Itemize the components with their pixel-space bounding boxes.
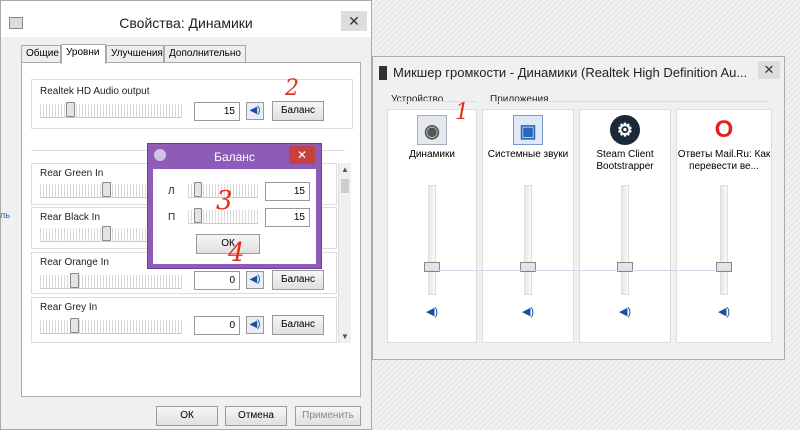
level-value-field[interactable]: 15	[194, 102, 240, 121]
level-group-rear-grey: Rear Grey In 0 ◀) Баланс	[31, 297, 337, 343]
mute-speaker-icon[interactable]: ◀)	[618, 305, 632, 319]
level-value-field[interactable]: 0	[194, 316, 240, 335]
mute-toggle[interactable]: ◀)	[246, 316, 264, 334]
level-slider-thumb[interactable]	[70, 318, 79, 333]
properties-titlebar: Свойства: Динамики ✕	[1, 1, 371, 37]
level-slider[interactable]	[40, 104, 182, 118]
balance-button[interactable]: Баланс	[272, 315, 324, 335]
cancel-button[interactable]: Отмена	[225, 406, 287, 426]
level-label: Rear Green In	[40, 168, 104, 179]
channel-label: Системные звуки	[487, 149, 569, 160]
speaker-icon[interactable]: ◉	[417, 115, 447, 145]
annotation-2: 2	[285, 76, 299, 101]
channel-label: Ответы Mail.Ru: Как перевести ве...	[677, 149, 771, 172]
properties-close-button[interactable]: ✕	[341, 11, 367, 31]
annotation-4: 4	[228, 238, 245, 268]
right-channel-label: П	[168, 212, 176, 223]
steam-icon[interactable]: ⚙	[610, 115, 640, 145]
balance-close-button[interactable]: ✕	[289, 146, 315, 164]
annotation-1: 1	[455, 100, 469, 125]
tab-levels[interactable]: Уровни	[61, 44, 106, 64]
level-label: Rear Orange In	[40, 257, 109, 268]
mixer-channel-opera: O Ответы Mail.Ru: Как перевести ве... ◀)	[676, 109, 772, 343]
speaker-icon: ◀)	[249, 105, 261, 116]
mixer-channel-system-sounds: ▣ Системные звуки ◀)	[482, 109, 574, 343]
channel-label: Динамики	[409, 149, 455, 160]
channel-label: Steam Client Bootstrapper	[596, 149, 654, 172]
device-section-label: Устройство	[391, 94, 444, 105]
left-slider-thumb[interactable]	[194, 182, 202, 197]
annotation-3: 3	[216, 186, 233, 216]
background-link-fragment: ль	[0, 210, 10, 220]
opera-icon[interactable]: O	[709, 115, 739, 145]
mixer-channel-device: ◉ Динамики ◀)	[387, 109, 477, 343]
level-slider-thumb[interactable]	[102, 182, 111, 197]
level-group-output: Realtek HD Audio output 15 ◀) Баланс	[31, 79, 353, 129]
scroll-thumb[interactable]	[341, 179, 349, 193]
level-link-line	[425, 270, 730, 271]
mixer-channel-steam: ⚙ Steam Client Bootstrapper ◀)	[579, 109, 671, 343]
mute-toggle[interactable]: ◀)	[246, 271, 264, 289]
mute-toggle[interactable]: ◀)	[246, 102, 264, 120]
apps-section-label: Приложения	[490, 94, 549, 105]
tab-enhancements[interactable]: Улучшения	[106, 45, 164, 63]
right-value-field[interactable]: 15	[265, 208, 310, 227]
level-value-field[interactable]: 0	[194, 271, 240, 290]
speaker-icon	[379, 66, 387, 80]
level-slider-thumb[interactable]	[70, 273, 79, 288]
apply-button[interactable]: Применить	[295, 406, 361, 426]
volume-slider[interactable]	[524, 185, 532, 295]
mute-speaker-icon[interactable]: ◀)	[717, 305, 731, 319]
left-value-field[interactable]: 15	[265, 182, 310, 201]
speaker-icon: ◀)	[249, 274, 261, 285]
right-slider-thumb[interactable]	[194, 208, 202, 223]
properties-title: Свойства: Динамики	[119, 15, 253, 31]
tab-general[interactable]: Общие	[21, 45, 61, 63]
level-label: Rear Black In	[40, 212, 101, 223]
balance-button[interactable]: Баланс	[272, 270, 324, 290]
system-sounds-icon[interactable]: ▣	[513, 115, 543, 145]
level-label: Rear Grey In	[40, 302, 98, 313]
scroll-down-icon[interactable]: ▼	[341, 332, 349, 341]
tab-advanced[interactable]: Дополнительно	[164, 45, 246, 63]
volume-slider[interactable]	[428, 185, 436, 295]
level-label: Realtek HD Audio output	[40, 86, 150, 97]
ok-button[interactable]: ОК	[156, 406, 218, 426]
speaker-icon: ◀)	[249, 319, 261, 330]
mixer-title: Микшер громкости - Динамики (Realtek Hig…	[393, 65, 748, 80]
level-slider[interactable]	[40, 320, 182, 334]
mute-speaker-icon[interactable]: ◀)	[521, 305, 535, 319]
level-slider-thumb[interactable]	[66, 102, 75, 117]
volume-mixer-window: Микшер громкости - Динамики (Realtek Hig…	[372, 56, 785, 360]
balance-button[interactable]: Баланс	[272, 101, 324, 121]
divider	[490, 101, 768, 102]
level-slider-thumb[interactable]	[102, 226, 111, 241]
left-channel-label: Л	[168, 186, 175, 197]
scroll-up-icon[interactable]: ▲	[341, 165, 349, 174]
level-slider[interactable]	[40, 275, 182, 289]
levels-scrollbar[interactable]: ▲ ▼	[338, 163, 351, 343]
mute-speaker-icon[interactable]: ◀)	[425, 305, 439, 319]
volume-slider[interactable]	[720, 185, 728, 295]
volume-slider[interactable]	[621, 185, 629, 295]
mixer-close-button[interactable]: ✕	[758, 61, 780, 79]
